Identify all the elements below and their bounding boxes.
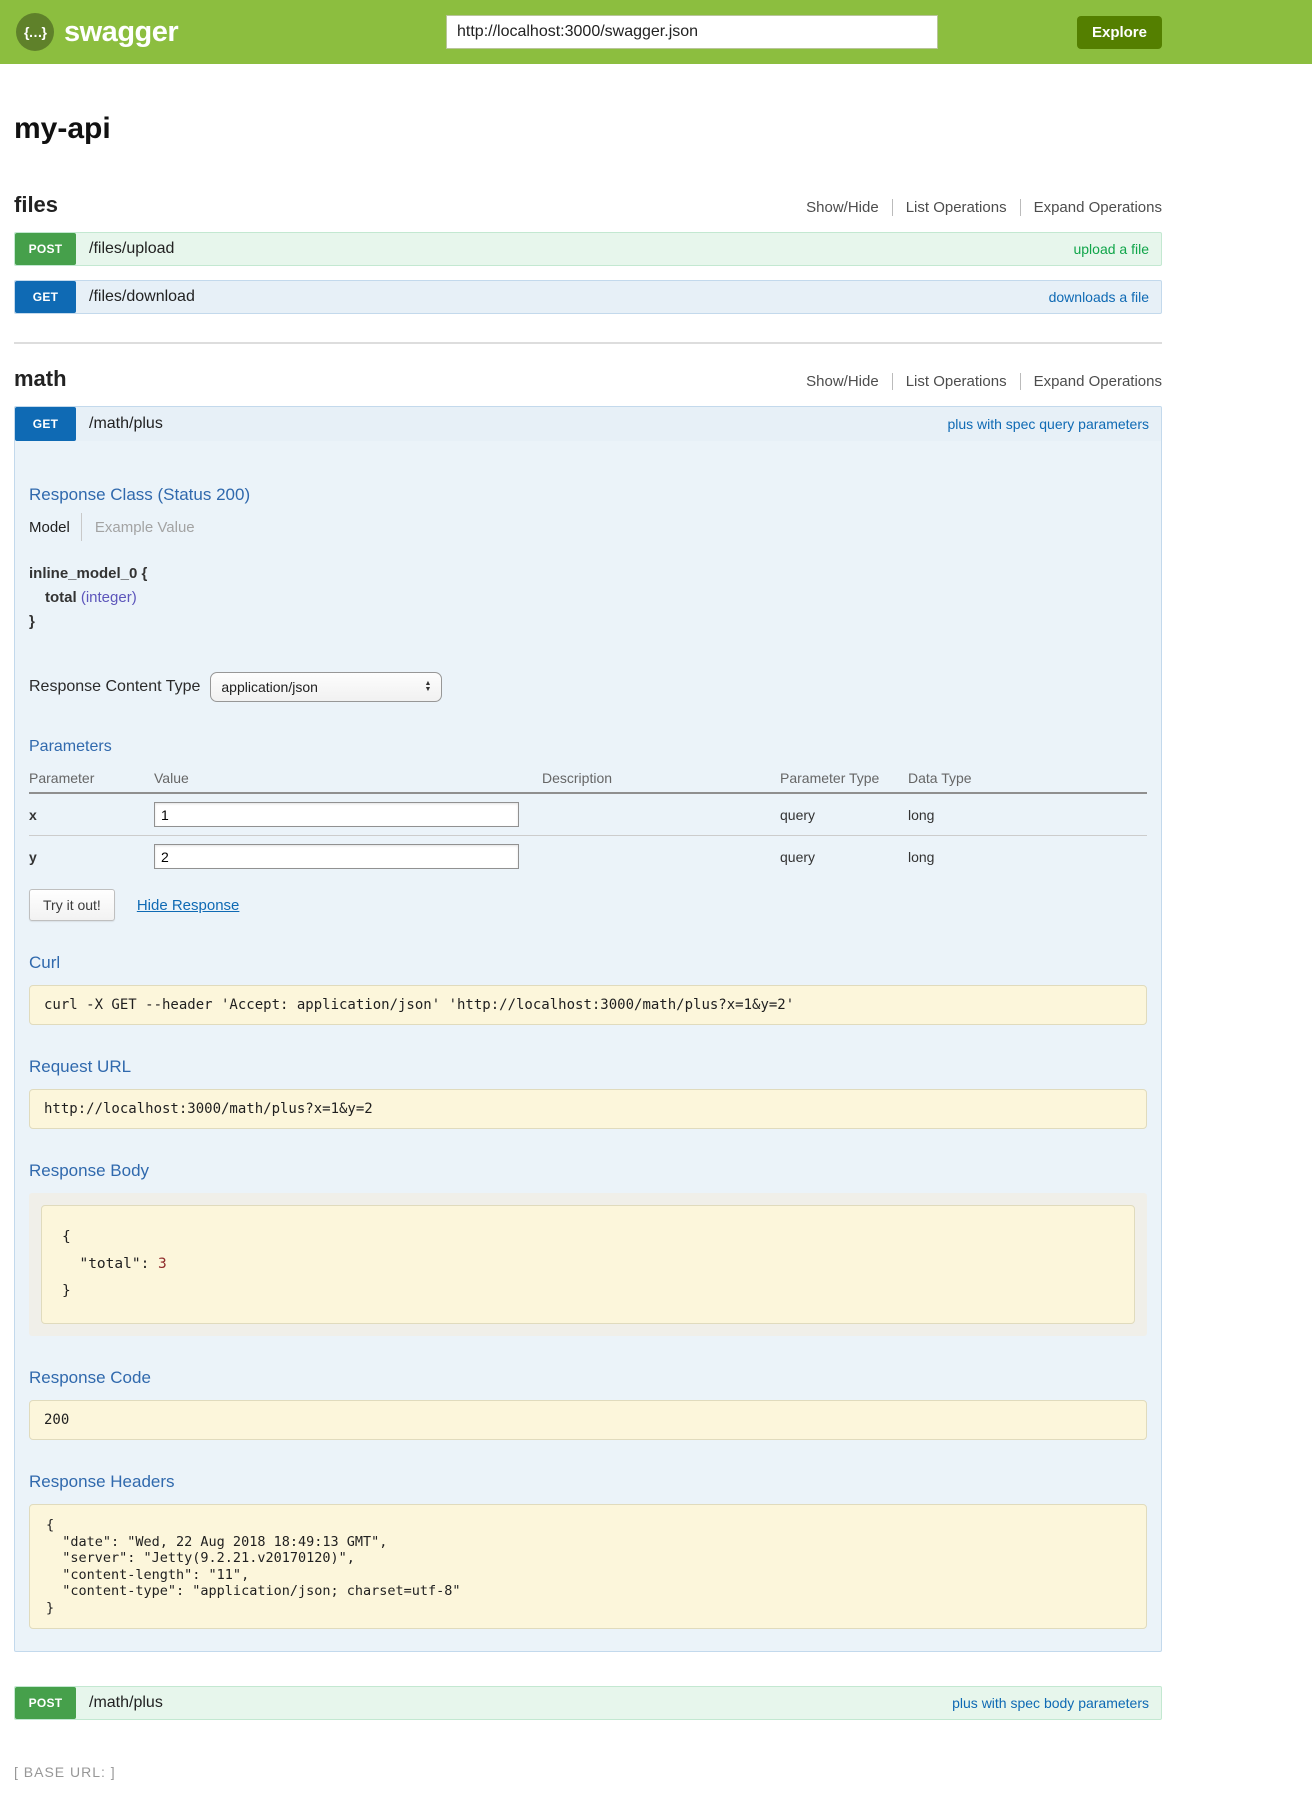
- parameter-row-y: y query long: [29, 836, 1147, 878]
- response-body-outer: { "total": 3 }: [29, 1193, 1147, 1336]
- brand-name: swagger: [64, 16, 178, 49]
- model-signature: inline_model_0 { total (integer) }: [29, 565, 1147, 630]
- request-url-heading: Request URL: [29, 1057, 1147, 1077]
- spec-url-input[interactable]: [446, 15, 938, 49]
- parameter-type: query: [780, 836, 908, 878]
- list-operations-link[interactable]: List Operations: [892, 199, 1007, 216]
- json-number-value: 3: [158, 1256, 167, 1272]
- tab-example-value[interactable]: Example Value: [95, 519, 195, 536]
- operation-path-link[interactable]: /math/plus: [89, 415, 163, 433]
- response-headers-heading: Response Headers: [29, 1472, 1147, 1492]
- parameter-name: x: [29, 793, 154, 836]
- resource-files-controls: Show/Hide List Operations Expand Operati…: [806, 199, 1162, 216]
- operation-path-link[interactable]: /files/download: [89, 288, 195, 306]
- json-close-brace: }: [62, 1278, 1114, 1305]
- resource-math-name[interactable]: math: [14, 366, 67, 392]
- parameters-table: Parameter Value Description Parameter Ty…: [29, 764, 1147, 877]
- parameter-y-input[interactable]: [154, 844, 519, 869]
- model-property: total (integer): [29, 589, 1147, 606]
- json-total-line: "total": 3: [62, 1251, 1114, 1278]
- method-badge-post: POST: [15, 1687, 76, 1719]
- operation-summary-link[interactable]: plus with spec body parameters: [952, 1695, 1149, 1711]
- expand-operations-link[interactable]: Expand Operations: [1020, 373, 1162, 390]
- response-headers-box: { "date": "Wed, 22 Aug 2018 18:49:13 GMT…: [29, 1504, 1147, 1629]
- resource-files-name[interactable]: files: [14, 192, 58, 218]
- response-content-type-label: Response Content Type: [29, 678, 200, 696]
- resource-math: math Show/Hide List Operations Expand Op…: [14, 342, 1162, 1720]
- parameters-heading: Parameters: [29, 738, 1147, 756]
- response-class-heading: Response Class (Status 200): [29, 485, 1147, 505]
- swagger-logo-icon: {…}: [16, 13, 54, 51]
- base-url-label: [ BASE URL: ]: [14, 1764, 1162, 1780]
- show-hide-link[interactable]: Show/Hide: [806, 199, 879, 216]
- tab-divider: [81, 513, 82, 541]
- operation-content: Response Class (Status 200) Model Exampl…: [15, 485, 1161, 1651]
- model-tabs: Model Example Value: [29, 513, 1147, 541]
- response-code-value: 200: [30, 1401, 1146, 1439]
- show-hide-link[interactable]: Show/Hide: [806, 373, 879, 390]
- request-url-value: http://localhost:3000/math/plus?x=1&y=2: [30, 1090, 1146, 1128]
- parameter-name: y: [29, 836, 154, 878]
- resource-files: files Show/Hide List Operations Expand O…: [14, 192, 1162, 314]
- selected-content-type: application/json: [221, 679, 318, 695]
- parameter-data-type: long: [908, 836, 1147, 878]
- response-body-heading: Response Body: [29, 1161, 1147, 1181]
- request-url-box: http://localhost:3000/math/plus?x=1&y=2: [29, 1089, 1147, 1129]
- parameter-x-input[interactable]: [154, 802, 519, 827]
- parameter-description: [542, 793, 780, 836]
- col-parameter: Parameter: [29, 764, 154, 793]
- api-title: my-api: [14, 112, 1162, 146]
- model-closing-brace: }: [29, 613, 1147, 630]
- response-code-box: 200: [29, 1400, 1147, 1440]
- parameter-data-type: long: [908, 793, 1147, 836]
- expand-operations-link[interactable]: Expand Operations: [1020, 199, 1162, 216]
- parameter-description: [542, 836, 780, 878]
- col-value: Value: [154, 764, 542, 793]
- method-badge-get: GET: [15, 407, 76, 441]
- operation-summary-link[interactable]: plus with spec query parameters: [947, 416, 1149, 432]
- curl-command: curl -X GET --header 'Accept: applicatio…: [30, 986, 1146, 1024]
- model-declaration: inline_model_0 {: [29, 565, 1147, 582]
- col-data-type: Data Type: [908, 764, 1147, 793]
- list-operations-link[interactable]: List Operations: [892, 373, 1007, 390]
- json-open-brace: {: [62, 1224, 1114, 1251]
- response-content-type-select[interactable]: application/json ▲▼: [210, 672, 442, 702]
- try-it-out-button[interactable]: Try it out!: [29, 889, 115, 921]
- col-parameter-type: Parameter Type: [780, 764, 908, 793]
- explore-button[interactable]: Explore: [1077, 16, 1162, 49]
- response-code-heading: Response Code: [29, 1368, 1147, 1388]
- parameter-row-x: x query long: [29, 793, 1147, 836]
- method-badge-post: POST: [15, 233, 76, 265]
- parameter-type: query: [780, 793, 908, 836]
- operation-row-get-files-download[interactable]: GET /files/download downloads a file: [14, 280, 1162, 314]
- operation-path-link[interactable]: /math/plus: [89, 1694, 163, 1712]
- method-badge-get: GET: [15, 281, 76, 313]
- col-description: Description: [542, 764, 780, 793]
- parameters-header-row: Parameter Value Description Parameter Ty…: [29, 764, 1147, 793]
- curl-heading: Curl: [29, 953, 1147, 973]
- swagger-brand[interactable]: {…} swagger: [16, 0, 178, 64]
- operation-summary-link[interactable]: downloads a file: [1049, 289, 1149, 305]
- curl-command-box: curl -X GET --header 'Accept: applicatio…: [29, 985, 1147, 1025]
- content-wrap: my-api files Show/Hide List Operations E…: [14, 112, 1162, 1820]
- operation-row-get-math-plus[interactable]: GET /math/plus plus with spec query para…: [15, 407, 1161, 441]
- response-body-box: { "total": 3 }: [41, 1205, 1135, 1324]
- operation-summary-link[interactable]: upload a file: [1073, 241, 1149, 257]
- operation-expanded-get-math-plus: GET /math/plus plus with spec query para…: [14, 406, 1162, 1652]
- operation-path-link[interactable]: /files/upload: [89, 240, 174, 258]
- operation-row-post-math-plus[interactable]: POST /math/plus plus with spec body para…: [14, 1686, 1162, 1720]
- response-content-type-row: Response Content Type application/json ▲…: [29, 672, 1147, 702]
- resource-math-controls: Show/Hide List Operations Expand Operati…: [806, 373, 1162, 390]
- operation-row-post-files-upload[interactable]: POST /files/upload upload a file: [14, 232, 1162, 266]
- hide-response-link[interactable]: Hide Response: [137, 897, 240, 914]
- select-caret-icon: ▲▼: [424, 681, 431, 693]
- top-bar: {…} swagger Explore: [0, 0, 1312, 64]
- tab-model[interactable]: Model: [29, 519, 70, 536]
